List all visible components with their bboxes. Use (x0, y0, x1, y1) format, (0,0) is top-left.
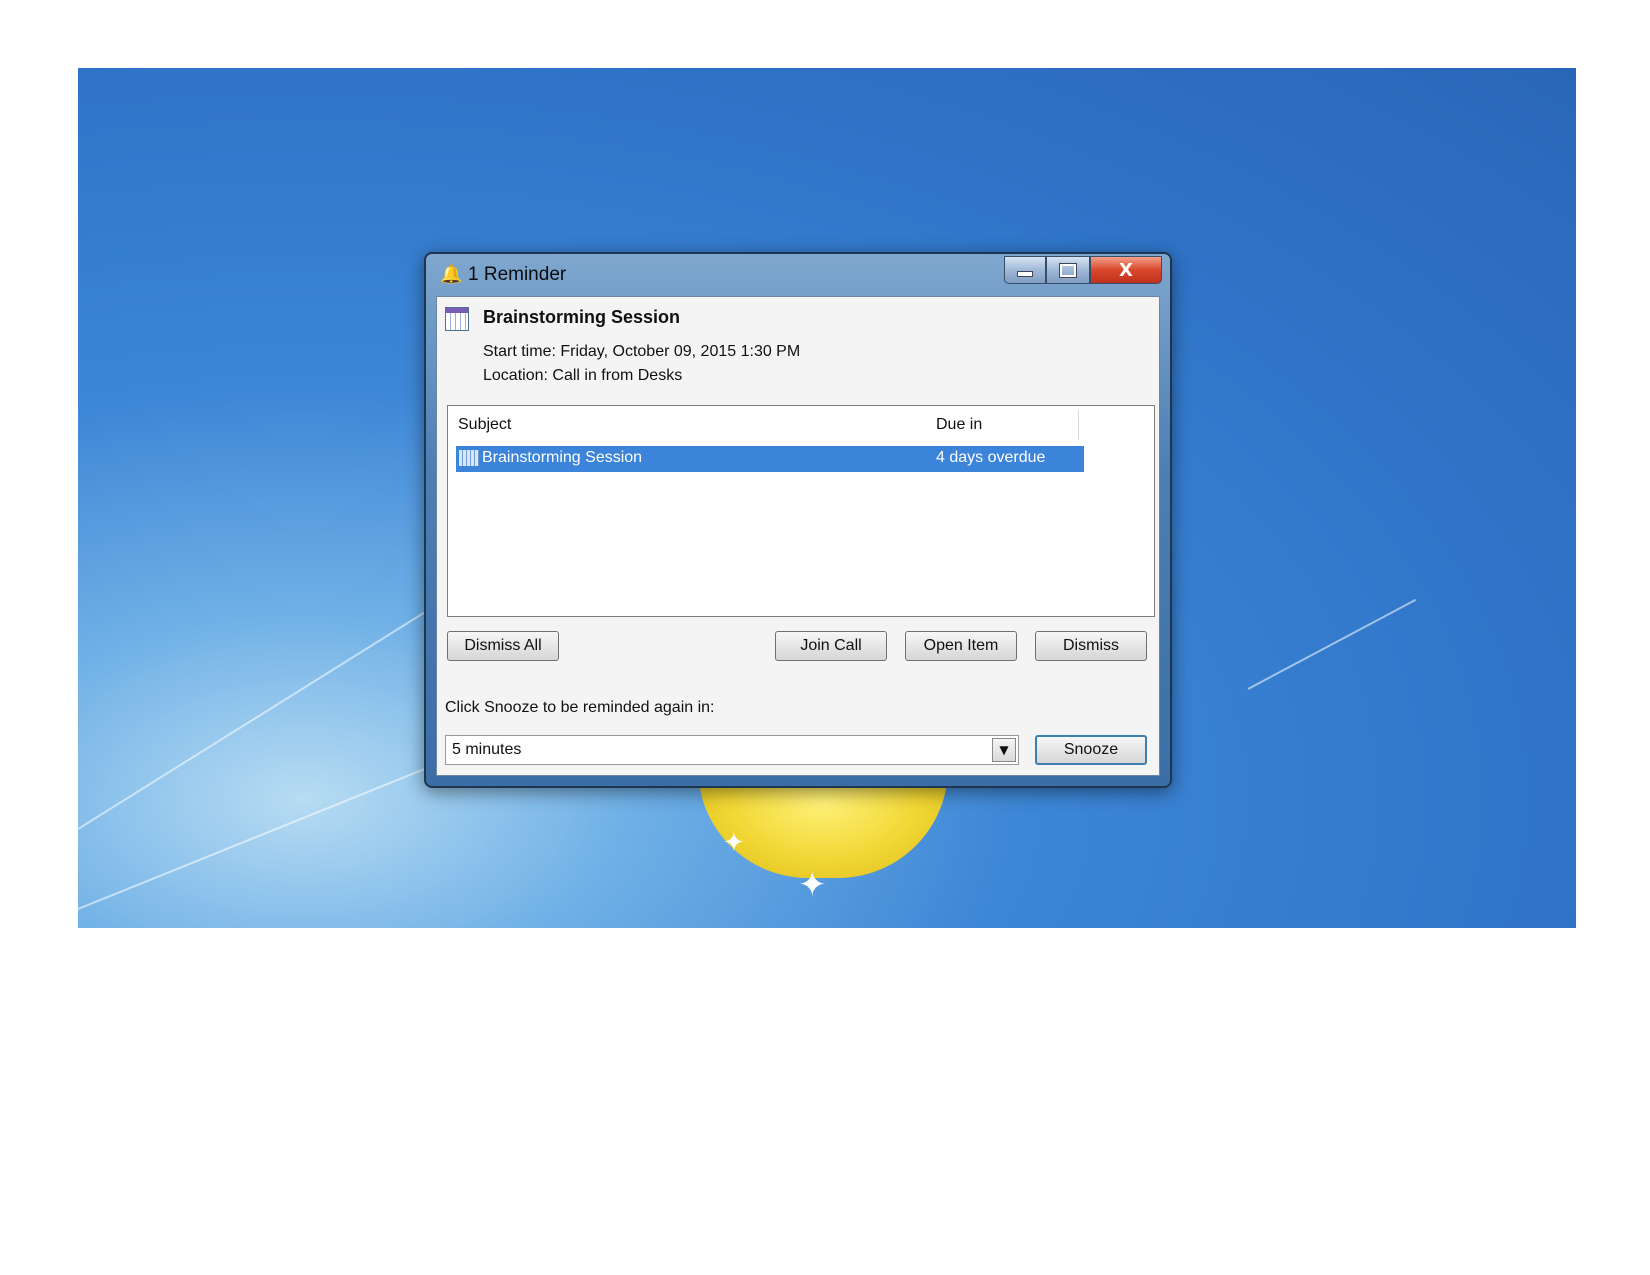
maximize-icon (1059, 262, 1077, 278)
column-header-due-in[interactable]: Due in (936, 416, 982, 434)
list-item-subject: Brainstorming Session (482, 449, 643, 466)
dismiss-button[interactable]: Dismiss (1035, 631, 1147, 661)
list-item[interactable]: Brainstorming Session 4 days overdue (456, 446, 1084, 472)
reminder-client-area: Brainstorming Session Start time: Friday… (436, 296, 1160, 776)
snooze-button[interactable]: Snooze (1035, 735, 1147, 765)
wallpaper-streak (1247, 598, 1417, 690)
title-bar[interactable]: 🔔 1 Reminder X (426, 254, 1170, 294)
caption-buttons: X (1004, 256, 1162, 284)
calendar-icon (459, 450, 479, 466)
maximize-button[interactable] (1046, 256, 1090, 284)
close-icon: X (1119, 259, 1133, 281)
close-button[interactable]: X (1090, 256, 1162, 284)
start-time: Start time: Friday, October 09, 2015 1:3… (483, 343, 801, 360)
column-separator[interactable] (1078, 410, 1079, 440)
dismiss-all-button[interactable]: Dismiss All (447, 631, 559, 661)
reminder-window: 🔔 1 Reminder X Brainstorming Session Sta… (424, 252, 1172, 788)
location: Location: Call in from Desks (483, 367, 683, 384)
wallpaper-streak (78, 605, 435, 830)
column-header-subject[interactable]: Subject (458, 416, 511, 434)
minimize-button[interactable] (1004, 256, 1046, 284)
calendar-icon (445, 307, 469, 331)
window-title: 1 Reminder (468, 264, 567, 285)
snooze-duration-select[interactable]: 5 minutes ▼ (445, 735, 1019, 765)
bell-icon: 🔔 (440, 264, 463, 285)
snooze-duration-value: 5 minutes (452, 741, 522, 758)
list-item-due-in: 4 days overdue (936, 449, 1046, 466)
snooze-prompt: Click Snooze to be reminded again in: (445, 699, 715, 716)
sparkle-icon: ✦ (798, 865, 827, 905)
sparkle-icon: ✦ (723, 828, 745, 858)
open-item-button[interactable]: Open Item (905, 631, 1017, 661)
join-call-button[interactable]: Join Call (775, 631, 887, 661)
reminder-subject: Brainstorming Session (483, 307, 681, 327)
minimize-icon (1017, 271, 1033, 277)
chevron-down-icon[interactable]: ▼ (992, 738, 1016, 762)
reminder-list[interactable]: Subject Due in Brainstorming Session 4 d… (447, 405, 1155, 617)
